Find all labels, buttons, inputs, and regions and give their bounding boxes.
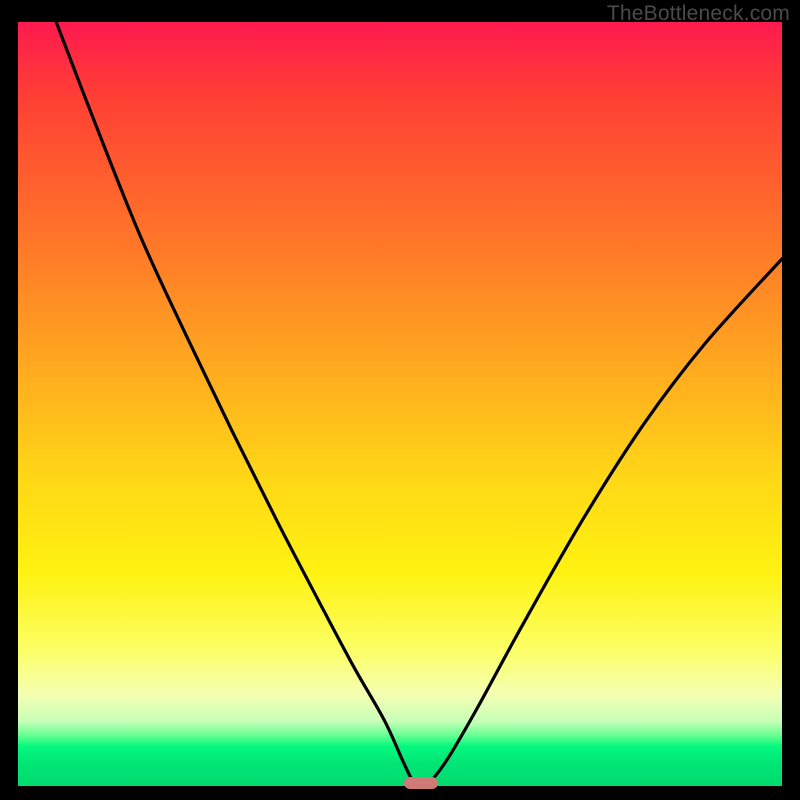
plot-area — [18, 22, 782, 786]
optimal-point-marker — [404, 777, 438, 789]
bottleneck-curve-path — [56, 22, 782, 786]
curve-svg — [18, 22, 782, 786]
chart-container: TheBottleneck.com — [0, 0, 800, 800]
